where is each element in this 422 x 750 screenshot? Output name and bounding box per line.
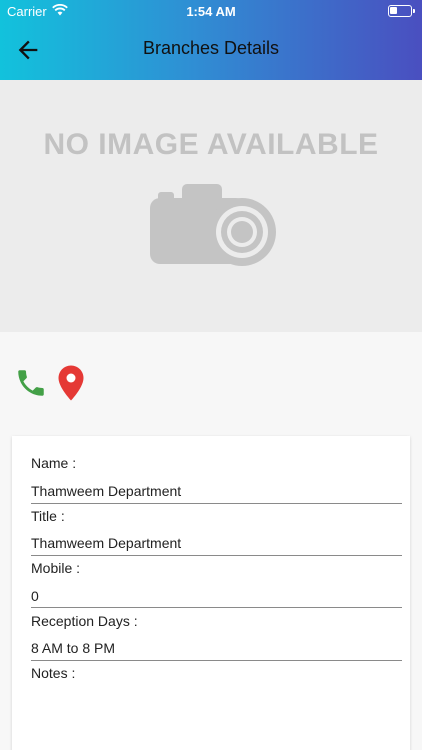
notes-label: Notes : xyxy=(31,665,76,681)
title-label: Title : xyxy=(31,508,65,524)
name-label: Name : xyxy=(31,455,77,471)
reception-days-value: 8 AM to 8 PM xyxy=(31,640,116,656)
page-title: Branches Details xyxy=(142,38,280,58)
back-arrow-icon[interactable] xyxy=(14,36,42,64)
mobile-underline xyxy=(31,607,402,608)
phone-icon[interactable] xyxy=(14,366,48,400)
battery-level xyxy=(390,7,397,14)
mobile-value: 0 xyxy=(31,588,39,604)
status-bar: Carrier 1:54 AM xyxy=(0,0,422,22)
branch-image-placeholder: NO IMAGE AVAILABLE xyxy=(0,80,422,332)
title-underline xyxy=(31,555,402,556)
map-pin-icon[interactable] xyxy=(56,364,86,402)
branch-details-screen: Carrier 1:54 AM Branches Details NO IMAG… xyxy=(0,0,422,750)
reception-days-label: Reception Days : xyxy=(31,613,138,629)
details-card: Name : Thamweem Department Title : Thamw… xyxy=(12,436,410,750)
status-time: 1:54 AM xyxy=(186,4,236,19)
mobile-label: Mobile : xyxy=(31,560,81,576)
name-value: Thamweem Department xyxy=(31,483,182,499)
name-underline xyxy=(31,503,402,504)
battery-icon xyxy=(388,5,415,17)
title-value: Thamweem Department xyxy=(31,535,182,551)
reception-days-underline xyxy=(31,660,402,661)
contact-actions xyxy=(0,332,422,434)
camera-icon xyxy=(150,184,276,266)
no-image-text: NO IMAGE AVAILABLE xyxy=(43,128,379,161)
app-bar: Carrier 1:54 AM Branches Details xyxy=(0,0,422,80)
